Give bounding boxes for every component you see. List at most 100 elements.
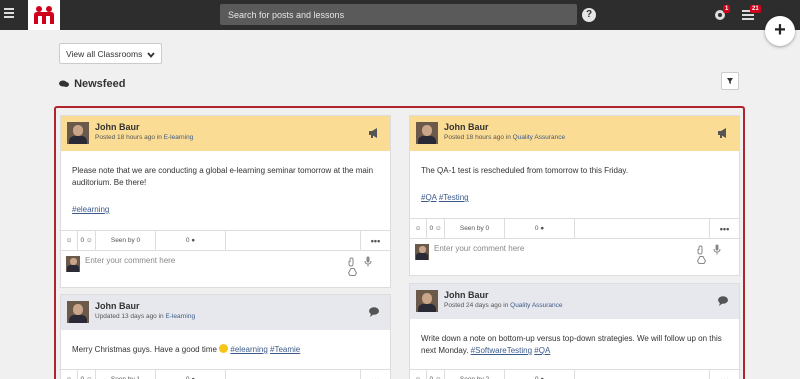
reaction-count[interactable]: 0 ☺ (427, 219, 445, 238)
smiley-icon: ☺ (65, 237, 73, 244)
category-link[interactable]: Quality Assurance (513, 134, 565, 141)
more-options-button[interactable]: ••• (709, 219, 739, 238)
post-author[interactable]: John Baur (444, 122, 489, 132)
more-options-button[interactable]: ••• (360, 231, 390, 250)
comment-input[interactable]: Enter your comment here (434, 244, 674, 253)
post-text: Merry Christmas guys. Have a good time #… (72, 344, 301, 354)
comment-count[interactable]: 0 ● (505, 370, 575, 379)
post-card: John Baur Posted 18 hours ago in Quality… (409, 115, 740, 276)
more-options-button[interactable]: ••• (360, 370, 390, 379)
post-actions: ☺ 0 ☺ Seen by 0 0 ● ••• (61, 230, 390, 251)
post-card: John Baur Posted 18 hours ago in E-learn… (60, 115, 391, 288)
view-all-label: View all Classrooms (66, 49, 143, 59)
filter-button[interactable] (721, 72, 739, 90)
comment-count[interactable]: 0 ● (505, 219, 575, 238)
microphone-icon[interactable] (713, 244, 721, 255)
post-tags: #QA #Testing (421, 192, 728, 204)
post-author[interactable]: John Baur (95, 301, 140, 311)
post-card: John Baur Updated 13 days ago in E-learn… (60, 294, 391, 379)
post-card: John Baur Posted 24 days ago in Quality … (409, 283, 740, 379)
create-post-button[interactable]: + (765, 16, 795, 46)
view-all-classrooms-dropdown[interactable]: View all Classrooms (59, 43, 162, 64)
reaction-count[interactable]: 0 ☺ (78, 231, 96, 250)
avatar[interactable] (67, 122, 89, 144)
comment-input[interactable]: Enter your comment here (85, 256, 325, 265)
post-body: Please note that we are conducting a glo… (61, 151, 390, 230)
more-options-button[interactable]: ••• (709, 370, 739, 379)
comment-count[interactable]: 0 ● (156, 231, 226, 250)
post-actions: ☺ 0 ☺ Seen by 1 0 ● ••• (61, 369, 390, 379)
comment-count[interactable]: 0 ● (156, 370, 226, 379)
avatar[interactable] (67, 301, 89, 323)
megaphone-icon (718, 128, 726, 138)
newsfeed-title: Newsfeed (74, 78, 126, 90)
comment-icon: ● (191, 237, 196, 244)
post-author[interactable]: John Baur (95, 122, 140, 132)
seen-by[interactable]: Seen by 1 (96, 370, 156, 379)
post-text: Write down a note on bottom-up versus to… (421, 334, 722, 355)
post-header: John Baur Updated 13 days ago in E-learn… (61, 295, 390, 330)
chat-bubbles-icon (59, 80, 69, 87)
seen-by[interactable]: Seen by 0 (96, 231, 156, 250)
hashtag-link[interactable]: #elearning (72, 205, 109, 214)
reaction-count[interactable]: 0 ☺ (427, 370, 445, 379)
google-drive-icon[interactable] (348, 268, 357, 276)
react-button[interactable]: ☺ (410, 219, 427, 238)
speech-bubble-icon (718, 296, 728, 306)
avatar[interactable] (416, 290, 438, 312)
search-input[interactable]: Search for posts and lessons (220, 4, 577, 25)
speech-bubble-icon (369, 307, 379, 317)
hamburger-menu-icon[interactable] (4, 8, 14, 20)
newsfeed-heading: Newsfeed (59, 78, 125, 90)
post-body: The QA-1 test is rescheduled from tomorr… (410, 151, 739, 218)
megaphone-icon (369, 128, 377, 138)
tasks-badge: 21 (750, 5, 761, 13)
post-meta: Posted 24 days ago in Quality Assurance (444, 302, 563, 309)
seen-by[interactable]: Seen by 0 (445, 219, 505, 238)
post-actions: ☺ 0 ☺ Seen by 2 0 ● ••• (410, 369, 739, 379)
top-bar: Search for posts and lessons ? 1 21 (0, 0, 800, 30)
paperclip-icon[interactable] (348, 257, 356, 267)
app-logo[interactable] (28, 0, 60, 30)
post-meta: Posted 18 hours ago in Quality Assurance (444, 134, 566, 141)
post-meta: Posted 18 hours ago in E-learning (95, 134, 194, 141)
hashtag-link[interactable]: #Teamie (270, 345, 300, 354)
smiley-emoji-icon (219, 344, 229, 353)
post-body: Write down a note on bottom-up versus to… (410, 319, 739, 359)
chevron-down-icon (147, 52, 155, 58)
help-icon[interactable]: ? (582, 8, 596, 22)
hashtag-link[interactable]: #elearning (230, 345, 267, 354)
category-link[interactable]: E-learning (164, 134, 194, 141)
avatar (66, 256, 80, 272)
post-header: John Baur Posted 18 hours ago in E-learn… (61, 116, 390, 151)
notifications-badge: 1 (723, 5, 731, 13)
hashtag-link[interactable]: #Testing (439, 193, 469, 202)
google-drive-icon[interactable] (697, 256, 706, 264)
filter-icon (727, 78, 733, 84)
seen-by[interactable]: Seen by 2 (445, 370, 505, 379)
avatar[interactable] (416, 122, 438, 144)
post-tags: #elearning (72, 204, 379, 216)
hashtag-link[interactable]: #QA (534, 346, 550, 355)
react-button[interactable]: ☺ (61, 370, 78, 379)
microphone-icon[interactable] (364, 256, 372, 267)
react-button[interactable]: ☺ (61, 231, 78, 250)
post-text: The QA-1 test is rescheduled from tomorr… (421, 166, 629, 175)
comment-composer: Enter your comment here (61, 251, 390, 281)
reaction-count[interactable]: 0 ☺ (78, 370, 96, 379)
post-header: John Baur Posted 18 hours ago in Quality… (410, 116, 739, 151)
newsfeed-container: John Baur Posted 18 hours ago in E-learn… (54, 106, 745, 379)
post-text: Please note that we are conducting a glo… (72, 166, 374, 187)
react-button[interactable]: ☺ (410, 370, 427, 379)
category-link[interactable]: Quality Assurance (510, 302, 562, 309)
category-link[interactable]: E-learning (165, 313, 195, 320)
paperclip-icon[interactable] (697, 245, 705, 255)
post-actions: ☺ 0 ☺ Seen by 0 0 ● ••• (410, 218, 739, 239)
post-header: John Baur Posted 24 days ago in Quality … (410, 284, 739, 319)
hashtag-link[interactable]: #SoftwareTesting (471, 346, 532, 355)
comment-composer: Enter your comment here (410, 239, 739, 269)
avatar (415, 244, 429, 260)
post-author[interactable]: John Baur (444, 290, 489, 300)
post-body: Merry Christmas guys. Have a good time #… (61, 330, 390, 358)
hashtag-link[interactable]: #QA (421, 193, 437, 202)
